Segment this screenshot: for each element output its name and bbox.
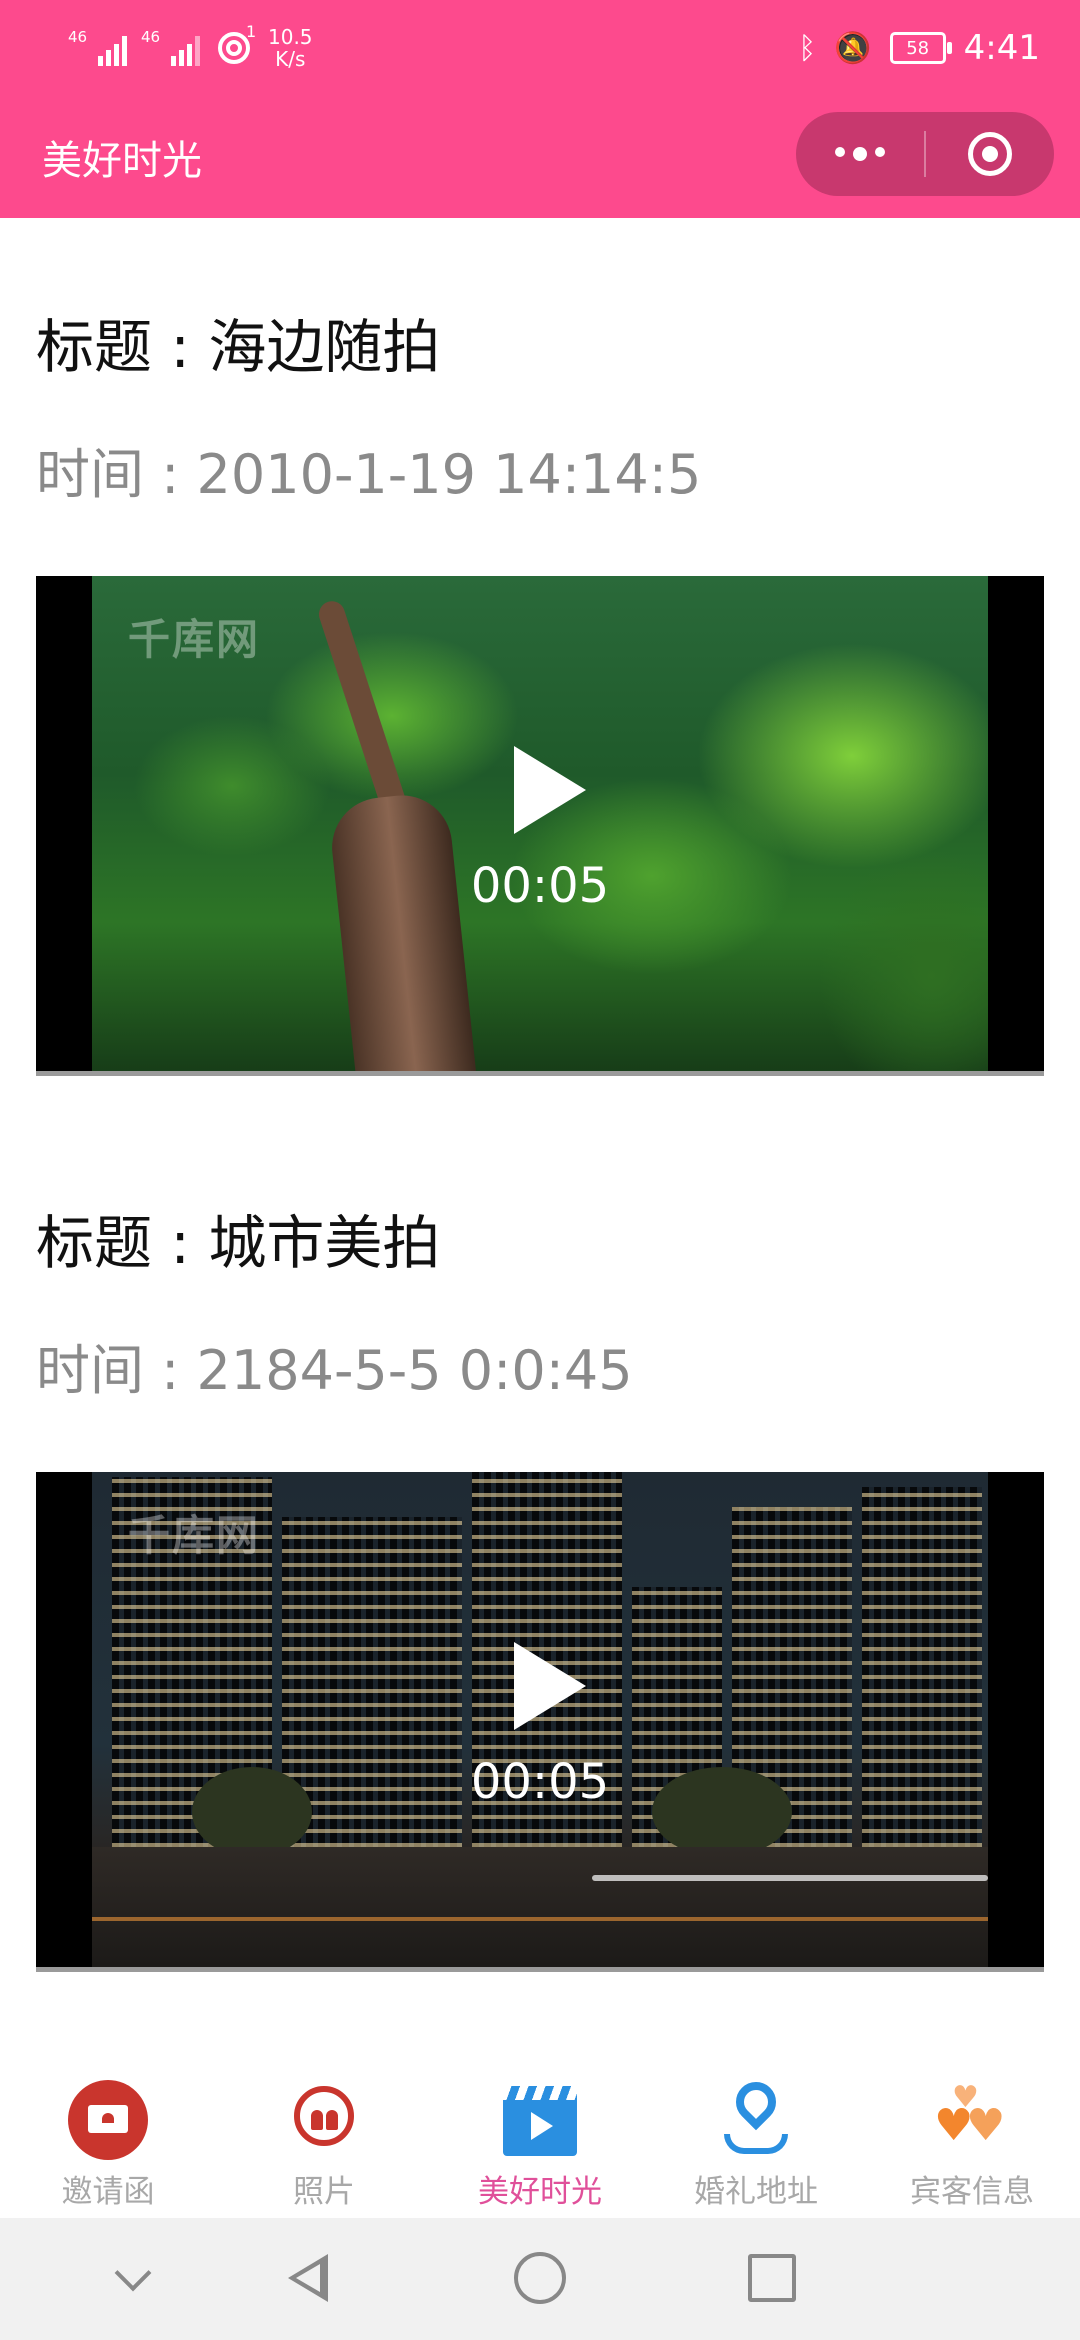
speed-unit: K/s — [275, 47, 306, 71]
tab-label: 美好时光 — [478, 2174, 602, 2210]
tab-label: 宾客信息 — [910, 2174, 1034, 2210]
video-time: 时间 : 2010-1-19 14:14:5 — [36, 443, 702, 506]
recent-apps-square-icon[interactable] — [742, 2248, 802, 2308]
system-navigation-bar — [0, 2218, 1080, 2340]
page-title: 美好时光 — [42, 138, 202, 184]
tab-photo[interactable]: 照片 — [234, 2080, 414, 2210]
signal-icon: 46 — [68, 30, 127, 66]
status-bar: 46 46 1 10.5 K/s ᛒ 🔕 58 4:41 — [0, 0, 1080, 94]
battery-level: 58 — [906, 37, 930, 59]
video-time: 时间 : 2184-5-5 0:0:45 — [36, 1339, 633, 1402]
network-type-label: 46 — [68, 28, 88, 46]
location-pin-icon — [716, 2073, 796, 2160]
clock: 4:41 — [963, 28, 1040, 68]
tab-label: 照片 — [293, 2174, 355, 2210]
back-triangle-icon[interactable] — [280, 2248, 340, 2308]
tab-moments[interactable]: 美好时光 — [450, 2080, 630, 2210]
play-icon[interactable] — [514, 1642, 586, 1730]
status-left: 46 46 1 10.5 K/s — [68, 18, 313, 78]
speed-value: 10.5 — [268, 25, 313, 49]
nav-bar: 美好时光 — [0, 94, 1080, 218]
home-circle-icon[interactable] — [510, 2248, 570, 2308]
network-speed: 10.5 K/s — [268, 26, 313, 70]
hotspot-icon: 1 — [214, 22, 256, 68]
tab-label: 邀请函 — [61, 2174, 155, 2210]
status-right: ᛒ 🔕 58 4:41 — [798, 18, 1040, 78]
tab-address[interactable]: 婚礼地址 — [666, 2073, 846, 2210]
battery-icon: 58 — [889, 32, 952, 64]
tab-guests[interactable]: ♥ ♥ ♥ 宾客信息 — [882, 2080, 1062, 2210]
tab-label: 婚礼地址 — [694, 2174, 818, 2210]
video-player[interactable]: 千库网 00:05 — [36, 576, 1044, 1076]
chevron-down-icon[interactable] — [106, 2248, 166, 2308]
video-duration: 00:05 — [470, 1754, 610, 1810]
video-icon — [503, 2086, 577, 2156]
tab-bar: 邀请函 照片 美好时光 婚礼地址 ♥ ♥ ♥ 宾客信息 — [0, 2060, 1080, 2218]
mini-program-capsule — [796, 112, 1054, 196]
more-button[interactable] — [796, 112, 924, 196]
play-icon[interactable] — [514, 746, 586, 834]
bluetooth-icon: ᛒ — [798, 30, 817, 66]
video-title: 标题 : 城市美拍 — [36, 1209, 441, 1277]
network-type-label-2: 46 — [141, 28, 161, 46]
mute-bell-icon: 🔕 — [834, 30, 872, 66]
tab-invitation[interactable]: 邀请函 — [18, 2080, 198, 2210]
target-circle-icon — [968, 132, 1012, 176]
invitation-icon — [68, 2080, 148, 2160]
close-mini-program-button[interactable] — [926, 112, 1054, 196]
photo-icon — [284, 2080, 364, 2160]
signal-icon-2: 46 — [141, 30, 200, 66]
video-duration: 00:05 — [470, 858, 610, 914]
watermark-text: 千库网 — [128, 615, 261, 664]
more-dots-icon — [835, 147, 885, 161]
video-player[interactable]: 千库网 00:05 — [36, 1472, 1044, 1972]
hotspot-badge: 1 — [246, 22, 257, 41]
video-title: 标题 : 海边随拍 — [36, 313, 441, 381]
hearts-icon: ♥ ♥ ♥ — [934, 2080, 1006, 2151]
watermark-text: 千库网 — [128, 1511, 261, 1560]
